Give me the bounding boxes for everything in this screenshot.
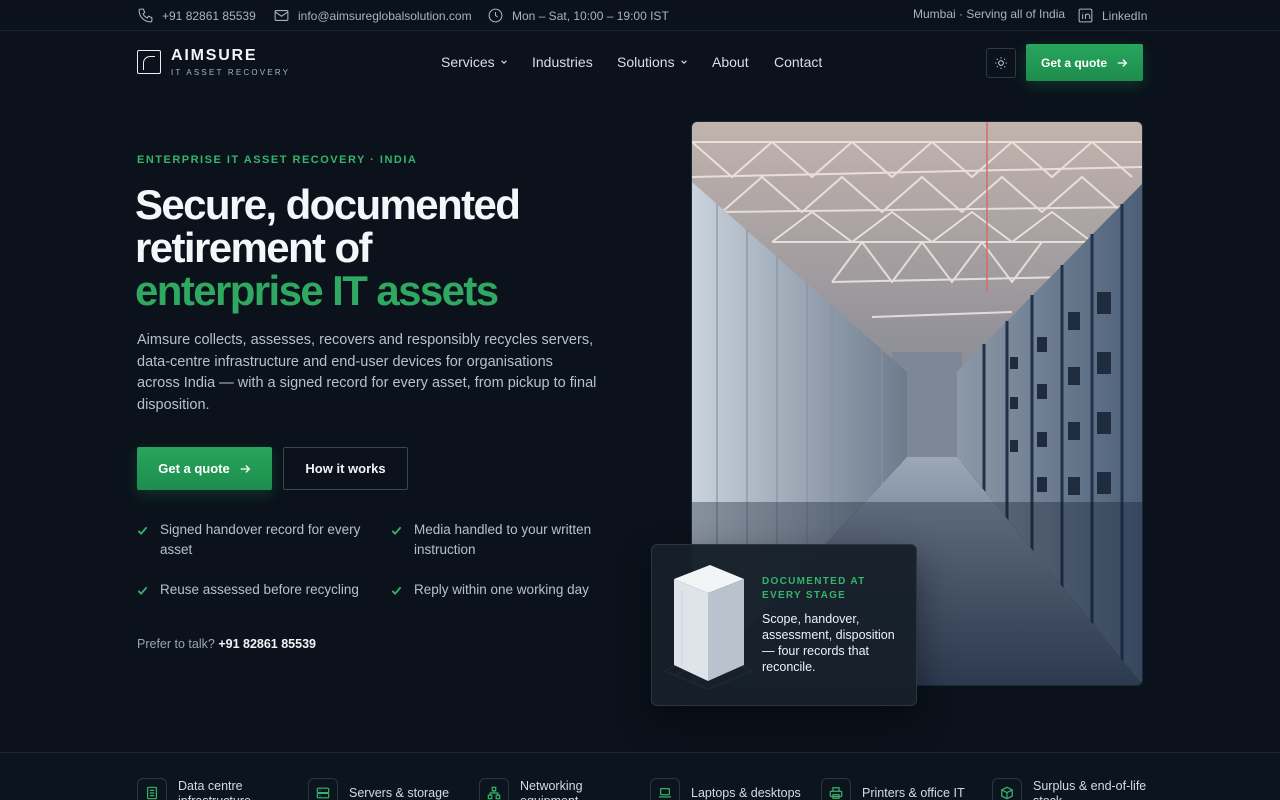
hero-get-quote-label: Get a quote <box>158 461 230 476</box>
laptop-icon <box>658 788 672 798</box>
topbar-phone[interactable]: +91 82861 85539 <box>137 7 256 24</box>
category-networking[interactable]: Networking equipment <box>479 778 640 800</box>
headline-accent: enterprise IT assets <box>135 267 499 314</box>
category-icon-box <box>479 778 509 800</box>
topbar-hours: Mon – Sat, 10:00 – 19:00 IST <box>487 7 669 24</box>
hero-headline: Secure, documented retirement of enterpr… <box>135 183 655 312</box>
nav-solutions[interactable]: Solutions <box>617 54 688 70</box>
nav-solutions-label: Solutions <box>617 54 675 70</box>
how-it-works-button[interactable]: How it works <box>283 447 408 490</box>
sun-icon <box>995 57 1007 69</box>
hero-get-quote-button[interactable]: Get a quote <box>137 447 272 490</box>
talk-prefix: Prefer to talk? <box>137 637 215 651</box>
category-strip: Data centre infrastructure Servers & sto… <box>0 752 1280 800</box>
benefit-item: Media handled to your written instructio… <box>391 520 611 560</box>
category-laptops[interactable]: Laptops & desktops <box>650 778 811 800</box>
category-label: Surplus & end-of-life stock <box>1033 779 1147 800</box>
stage-card-text: Scope, handover, assessment, disposition… <box>762 612 895 674</box>
mail-icon <box>274 10 289 21</box>
nav-industries[interactable]: Industries <box>532 54 593 70</box>
category-surplus[interactable]: Surplus & end-of-life stock <box>992 778 1153 800</box>
linkedin-icon <box>1078 8 1093 23</box>
talk-prompt: Prefer to talk? +91 82861 85539 <box>137 637 316 651</box>
nav-contact-label: Contact <box>774 54 823 70</box>
benefit-item: Signed handover record for every asset <box>137 520 377 560</box>
storage-icon <box>316 787 330 799</box>
category-label: Networking equipment <box>520 779 583 800</box>
top-contact-bar: +91 82861 85539 info@aimsureglobalsoluti… <box>0 0 1280 31</box>
nav-about[interactable]: About <box>712 54 749 70</box>
check-icon <box>137 526 148 536</box>
category-printers[interactable]: Printers & office IT <box>821 778 982 800</box>
nav-industries-label: Industries <box>532 54 593 70</box>
chevron-down-icon <box>680 60 687 64</box>
benefit-text: Reply within one working day <box>414 582 589 597</box>
category-data-centre[interactable]: Data centre infrastructure <box>137 778 298 800</box>
benefit-item: Reply within one working day <box>391 580 611 600</box>
category-label: Servers & storage <box>349 786 450 800</box>
category-label: Data centre infrastructure <box>178 779 251 800</box>
stage-card-eyebrow: DOCUMENTED AT EVERY STAGE <box>762 576 866 601</box>
topbar-linkedin-text: LinkedIn <box>1102 8 1148 23</box>
nav-get-quote-label: Get a quote <box>1040 55 1107 70</box>
check-icon <box>391 586 402 596</box>
topbar-phone-text: +91 82861 85539 <box>162 8 256 23</box>
category-icon-box <box>821 778 851 800</box>
talk-phone-link[interactable]: +91 82861 85539 <box>218 637 316 651</box>
category-label: Laptops & desktops <box>691 786 801 800</box>
topbar-location-text: Mumbai · Serving all of India <box>913 7 1066 21</box>
category-icon-box <box>992 778 1022 800</box>
hero-lead: Aimsure collects, assesses, recovers and… <box>137 332 597 413</box>
nav-get-quote-button[interactable]: Get a quote <box>1026 44 1143 81</box>
topbar-email-text: info@aimsureglobalsolution.com <box>298 8 472 23</box>
benefit-item: Reuse assessed before recycling <box>137 580 377 600</box>
clock-icon <box>488 8 503 23</box>
printer-icon <box>829 787 843 799</box>
topbar-hours-text: Mon – Sat, 10:00 – 19:00 IST <box>512 8 669 23</box>
brand-tagline: IT ASSET RECOVERY <box>171 68 291 77</box>
logo-icon[interactable] <box>137 50 161 74</box>
nav-services[interactable]: Services <box>441 54 508 70</box>
headline-line-1: Secure, documented <box>135 181 521 228</box>
check-icon <box>137 586 148 596</box>
benefit-text: Reuse assessed before recycling <box>160 582 359 597</box>
server-rack-icon <box>147 786 157 800</box>
check-icon <box>391 526 402 536</box>
theme-toggle-button[interactable] <box>986 48 1016 78</box>
category-servers-storage[interactable]: Servers & storage <box>308 778 469 800</box>
benefit-text: Media handled to your written instructio… <box>414 522 592 557</box>
topbar-location: Mumbai · Serving all of India <box>913 7 1065 21</box>
headline-line-2: retirement of <box>135 224 373 271</box>
topbar-linkedin[interactable]: LinkedIn <box>1077 7 1147 24</box>
arrow-right-icon <box>1117 58 1128 67</box>
nav-about-label: About <box>712 54 749 70</box>
chevron-down-icon <box>500 60 507 64</box>
nav-contact[interactable]: Contact <box>774 54 822 70</box>
documented-stage-card: DOCUMENTED AT EVERY STAGE Scope, handove… <box>651 544 917 706</box>
benefit-text: Signed handover record for every asset <box>160 522 361 557</box>
category-icon-box <box>137 778 167 800</box>
box-icon <box>1001 786 1013 800</box>
how-it-works-label: How it works <box>305 461 386 476</box>
category-label: Printers & office IT <box>862 786 965 800</box>
category-icon-box <box>308 778 338 800</box>
nav-services-label: Services <box>441 54 495 70</box>
brand-name[interactable]: AIMSURE <box>171 47 257 65</box>
network-icon <box>487 786 501 800</box>
hero-eyebrow: ENTERPRISE IT ASSET RECOVERY · INDIA <box>137 154 418 166</box>
topbar-email[interactable]: info@aimsureglobalsolution.com <box>273 7 472 24</box>
category-icon-box <box>650 778 680 800</box>
server-tower-illustration <box>664 565 752 689</box>
phone-icon <box>138 8 153 23</box>
main-nav: AIMSURE IT ASSET RECOVERY Services Indus… <box>0 31 1280 94</box>
arrow-right-icon <box>240 464 251 473</box>
